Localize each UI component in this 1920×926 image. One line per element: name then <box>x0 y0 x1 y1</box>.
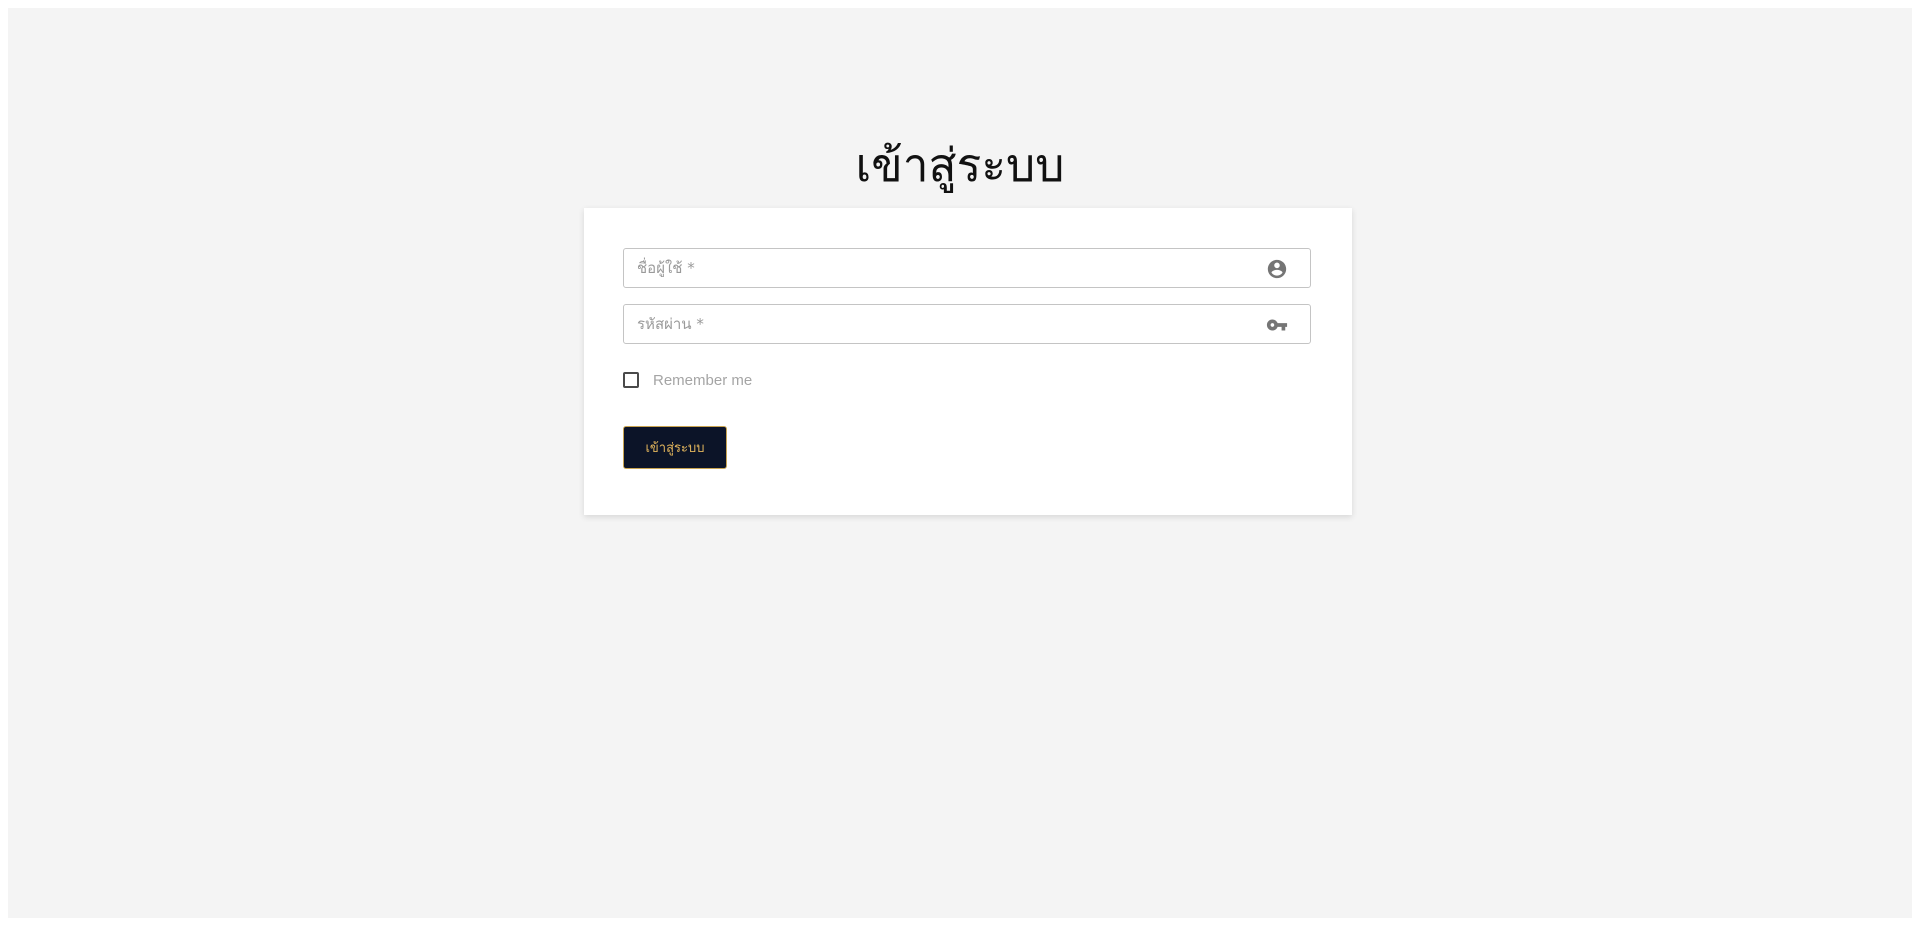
username-input[interactable] <box>624 249 1264 287</box>
login-card: Remember me เข้าสู่ระบบ <box>584 208 1352 515</box>
username-field[interactable] <box>623 248 1311 288</box>
remember-me-checkbox[interactable] <box>623 372 639 388</box>
remember-me-label: Remember me <box>653 371 753 389</box>
login-button[interactable]: เข้าสู่ระบบ <box>623 426 727 469</box>
key-icon <box>1266 319 1288 331</box>
page-title: เข้าสู่ระบบ <box>855 138 1065 192</box>
page-background: เข้าสู่ระบบ Remember me เข้าสู่ระบบ <box>8 8 1912 918</box>
remember-me[interactable]: Remember me <box>623 370 752 390</box>
password-input[interactable] <box>624 305 1264 343</box>
password-field[interactable] <box>623 304 1311 344</box>
account-circle-icon <box>1267 259 1287 279</box>
